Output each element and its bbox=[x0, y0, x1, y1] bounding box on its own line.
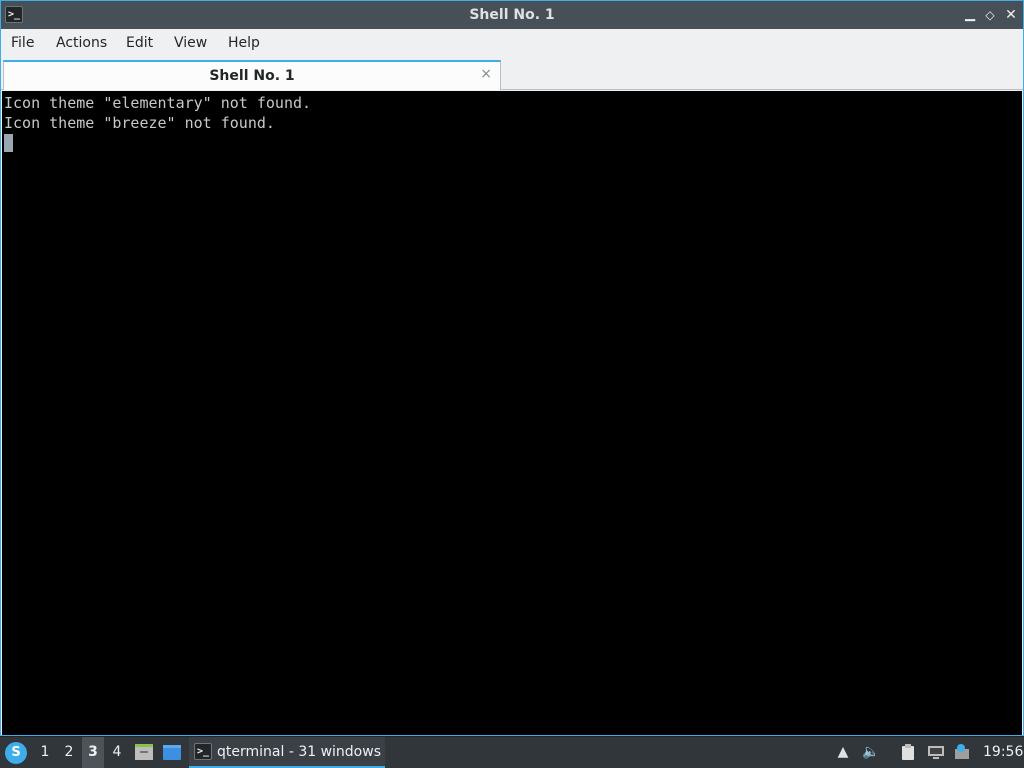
terminal-window: >_ Shell No. 1 ▁ ◇ ✕ File Actions Edit V… bbox=[0, 0, 1024, 736]
desktop-4-button[interactable]: 4 bbox=[106, 737, 128, 768]
desktop-2-button[interactable]: 2 bbox=[58, 737, 80, 768]
menu-actions[interactable]: Actions bbox=[56, 35, 107, 51]
window-title: Shell No. 1 bbox=[469, 7, 555, 23]
minimize-icon[interactable]: ▁ bbox=[961, 6, 979, 24]
taskbar-task-qterminal[interactable]: >_ qterminal - 31 windows bbox=[189, 737, 385, 768]
terminal-line: Icon theme "elementary" not found. bbox=[4, 94, 312, 112]
tab-close-icon[interactable]: × bbox=[480, 66, 492, 82]
menu-file[interactable]: File bbox=[11, 35, 34, 51]
terminal-line: Icon theme "breeze" not found. bbox=[4, 114, 275, 132]
text-cursor bbox=[4, 134, 13, 152]
tab-label: Shell No. 1 bbox=[209, 68, 295, 84]
maximize-icon[interactable]: ◇ bbox=[981, 6, 999, 24]
menu-help[interactable]: Help bbox=[228, 35, 260, 51]
network-icon[interactable] bbox=[927, 743, 945, 761]
menu-view[interactable]: View bbox=[174, 35, 207, 51]
clipboard-icon[interactable] bbox=[899, 743, 917, 761]
clock[interactable]: 19:56 bbox=[983, 744, 1023, 760]
show-desktop-icon[interactable] bbox=[162, 742, 182, 762]
close-icon[interactable]: ✕ bbox=[1002, 6, 1020, 24]
menu-bar: File Actions Edit View Help bbox=[1, 29, 1023, 58]
tray-expand-icon[interactable]: ▲ bbox=[834, 743, 852, 761]
task-label: qterminal - 31 windows bbox=[217, 744, 381, 760]
title-bar[interactable]: >_ Shell No. 1 ▁ ◇ ✕ bbox=[1, 1, 1023, 29]
terminal-output[interactable]: Icon theme "elementary" not found. Icon … bbox=[2, 91, 1022, 735]
start-menu-icon[interactable]: S bbox=[5, 742, 27, 764]
desktop-3-button[interactable]: 3 bbox=[82, 737, 104, 768]
volume-icon[interactable]: 🔈 bbox=[862, 743, 880, 761]
notification-icon[interactable] bbox=[953, 743, 971, 761]
file-manager-icon[interactable] bbox=[134, 742, 154, 762]
tab-shell-1[interactable]: Shell No. 1 × bbox=[3, 60, 501, 90]
menu-edit[interactable]: Edit bbox=[126, 35, 153, 51]
desktop-1-button[interactable]: 1 bbox=[34, 737, 56, 768]
taskbar: S 1 2 3 4 >_ qterminal - 31 windows ▲ 🔈 … bbox=[0, 736, 1024, 768]
tab-bar: Shell No. 1 × bbox=[1, 58, 1023, 90]
terminal-prompt-line bbox=[4, 133, 1020, 153]
terminal-task-icon: >_ bbox=[194, 743, 212, 760]
